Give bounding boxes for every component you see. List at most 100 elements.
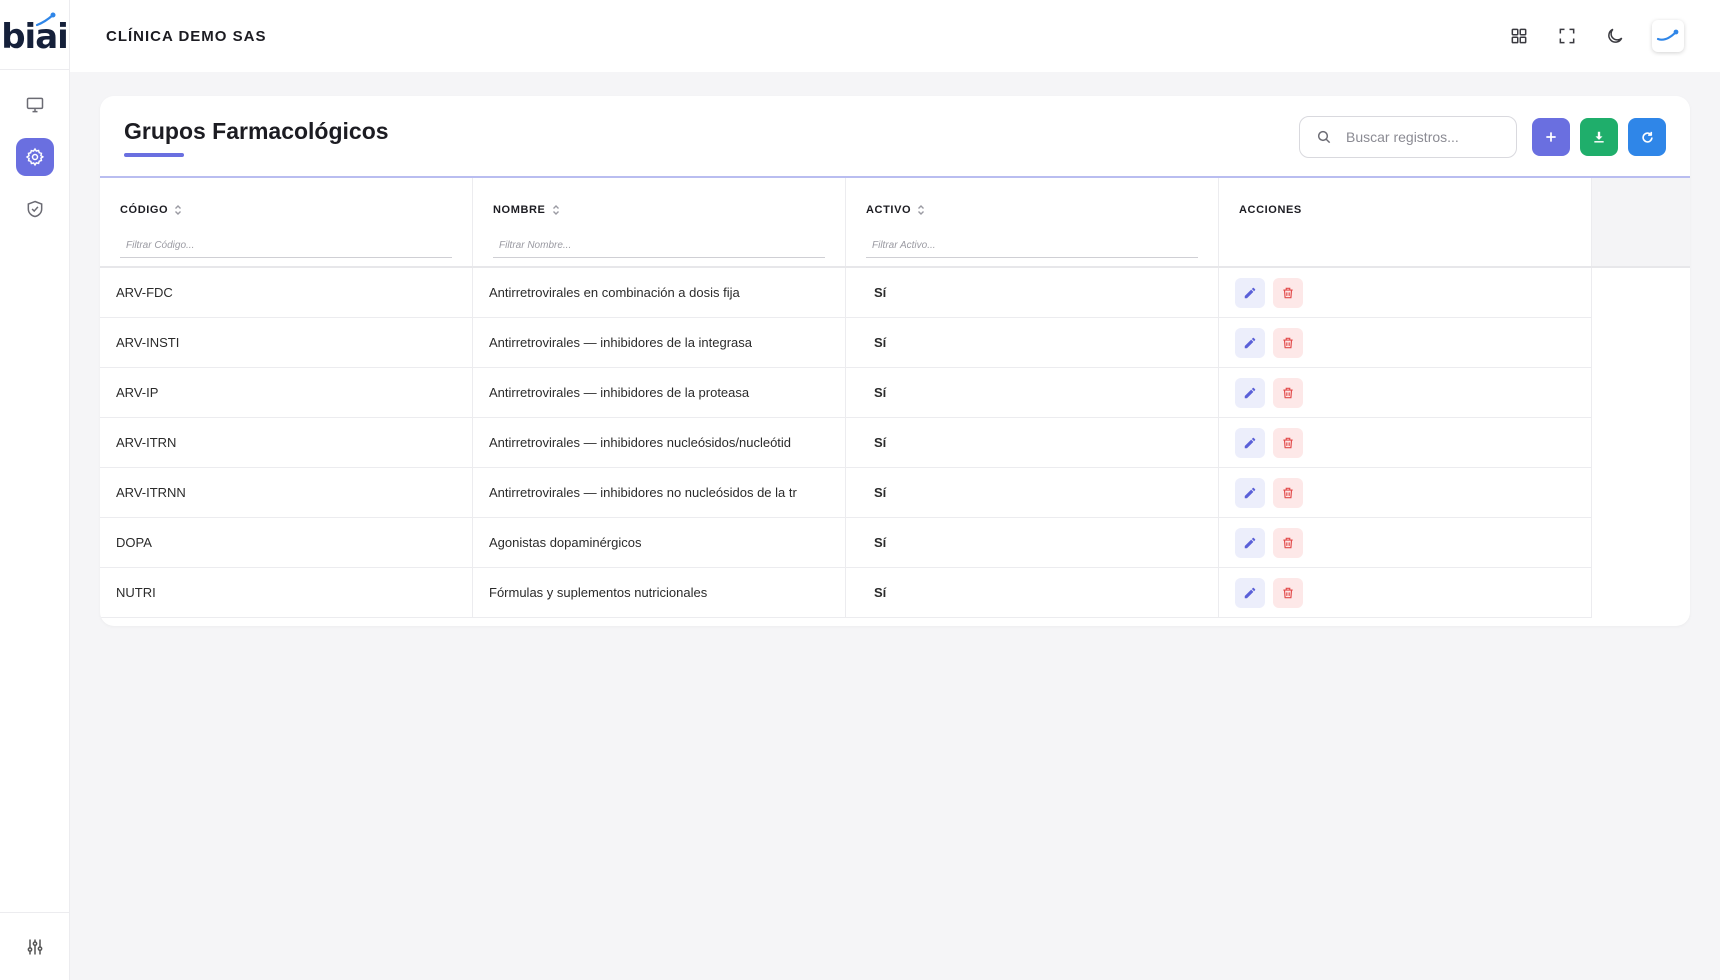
table-body: ARV-FDC Antirretrovirales en combinación…: [100, 268, 1690, 618]
cell-activo: Sí: [846, 318, 1219, 367]
sliders-icon: [27, 939, 42, 954]
header-filler: [1592, 178, 1690, 266]
plus-icon: [1546, 132, 1556, 142]
cell-activo: Sí: [846, 418, 1219, 467]
brand-logo[interactable]: biai: [0, 0, 69, 70]
refresh-icon: [1641, 131, 1653, 143]
cell-nombre: Antirretrovirales — inhibidores de la in…: [473, 318, 846, 367]
fullscreen-button[interactable]: [1556, 25, 1578, 47]
table-row: ARV-FDC Antirretrovirales en combinación…: [100, 268, 1592, 318]
cell-codigo: ARV-IP: [100, 368, 473, 417]
card-header: Grupos Farmacológicos: [100, 96, 1690, 178]
sidebar: biai: [0, 0, 70, 980]
sidebar-settings-button[interactable]: [0, 912, 69, 980]
search-input[interactable]: [1346, 129, 1496, 145]
edit-button[interactable]: [1235, 327, 1265, 358]
column-activo-label: ACTIVO: [866, 204, 912, 216]
pencil-icon: [1244, 587, 1256, 598]
header-actions: [1508, 20, 1684, 52]
cell-nombre: Antirretrovirales — inhibidores no nucle…: [473, 468, 846, 517]
fullscreen-icon: [1559, 28, 1575, 44]
sort-icon: [918, 205, 925, 215]
apps-button[interactable]: [1508, 25, 1530, 47]
trash-icon: [1283, 537, 1293, 548]
delete-button[interactable]: [1273, 427, 1303, 458]
pencil-icon: [1244, 387, 1256, 398]
trash-icon: [1283, 487, 1293, 498]
trash-icon: [1283, 437, 1293, 448]
company-name: CLÍNICA DEMO SAS: [106, 27, 267, 45]
table-row: NUTRI Fórmulas y suplementos nutricional…: [100, 568, 1592, 618]
cell-activo: Sí: [846, 268, 1219, 317]
filter-codigo-input[interactable]: [120, 234, 452, 258]
cell-codigo: ARV-INSTI: [100, 318, 473, 367]
edit-button[interactable]: [1235, 277, 1265, 308]
cell-acciones: [1219, 368, 1592, 417]
table-header: CÓDIGO NOMBRE ACTIVO: [100, 178, 1690, 268]
column-acciones-label: ACCIONES: [1239, 204, 1302, 216]
dark-mode-toggle[interactable]: [1604, 25, 1626, 47]
edit-button[interactable]: [1235, 377, 1265, 408]
table-row: ARV-IP Antirretrovirales — inhibidores d…: [100, 368, 1592, 418]
delete-button[interactable]: [1273, 277, 1303, 308]
download-icon: [1594, 131, 1604, 143]
edit-button[interactable]: [1235, 427, 1265, 458]
filter-nombre-input[interactable]: [493, 234, 825, 258]
cell-acciones: [1219, 518, 1592, 567]
trash-icon: [1283, 587, 1293, 598]
cell-activo: Sí: [846, 568, 1219, 617]
cell-acciones: [1219, 268, 1592, 317]
monitor-icon: [26, 97, 43, 113]
delete-button[interactable]: [1273, 327, 1303, 358]
cell-codigo: DOPA: [100, 518, 473, 567]
cell-acciones: [1219, 468, 1592, 517]
refresh-button[interactable]: [1628, 118, 1666, 156]
cell-activo: Sí: [846, 518, 1219, 567]
sort-icon: [552, 205, 559, 215]
pencil-icon: [1244, 537, 1256, 548]
sidebar-nav: [0, 70, 69, 228]
trash-icon: [1283, 387, 1293, 398]
delete-button[interactable]: [1273, 377, 1303, 408]
pencil-icon: [1244, 337, 1256, 348]
edit-button[interactable]: [1235, 527, 1265, 558]
column-nombre: NOMBRE: [473, 178, 846, 266]
sidebar-item-settings[interactable]: [15, 138, 54, 176]
pencil-icon: [1244, 437, 1256, 448]
cell-acciones: [1219, 318, 1592, 367]
moon-icon: [1608, 28, 1623, 43]
cell-nombre: Fórmulas y suplementos nutricionales: [473, 568, 846, 617]
cell-nombre: Agonistas dopaminérgicos: [473, 518, 846, 567]
title-underline: [124, 153, 184, 157]
cell-activo: Sí: [846, 468, 1219, 517]
delete-button[interactable]: [1273, 477, 1303, 508]
sidebar-item-dashboard[interactable]: [16, 86, 54, 124]
cell-codigo: NUTRI: [100, 568, 473, 617]
cell-acciones: [1219, 568, 1592, 617]
logo-swoosh-icon: [35, 12, 56, 27]
column-codigo-label: CÓDIGO: [120, 204, 169, 216]
user-avatar[interactable]: [1652, 20, 1684, 52]
add-button[interactable]: [1532, 118, 1570, 156]
sort-nombre[interactable]: NOMBRE: [493, 204, 560, 216]
delete-button[interactable]: [1273, 527, 1303, 558]
sidebar-item-security[interactable]: [16, 190, 54, 228]
main-card: Grupos Farmacológicos CÓ: [100, 96, 1690, 626]
edit-button[interactable]: [1235, 477, 1265, 508]
cell-nombre: Antirretrovirales — inhibidores nucleósi…: [473, 418, 846, 467]
filter-activo-input[interactable]: [866, 234, 1198, 258]
export-button[interactable]: [1580, 118, 1618, 156]
trash-icon: [1283, 287, 1293, 298]
table-row: ARV-ITRNN Antirretrovirales — inhibidore…: [100, 468, 1592, 518]
page-title: Grupos Farmacológicos: [124, 118, 389, 144]
cell-codigo: ARV-ITRN: [100, 418, 473, 467]
cell-acciones: [1219, 418, 1592, 467]
sort-codigo[interactable]: CÓDIGO: [120, 204, 182, 216]
cell-nombre: Antirretrovirales en combinación a dosis…: [473, 268, 846, 317]
cell-codigo: ARV-ITRNN: [100, 468, 473, 517]
delete-button[interactable]: [1273, 577, 1303, 608]
column-activo: ACTIVO: [846, 178, 1219, 266]
pencil-icon: [1244, 487, 1256, 498]
edit-button[interactable]: [1235, 577, 1265, 608]
sort-activo[interactable]: ACTIVO: [866, 204, 925, 216]
